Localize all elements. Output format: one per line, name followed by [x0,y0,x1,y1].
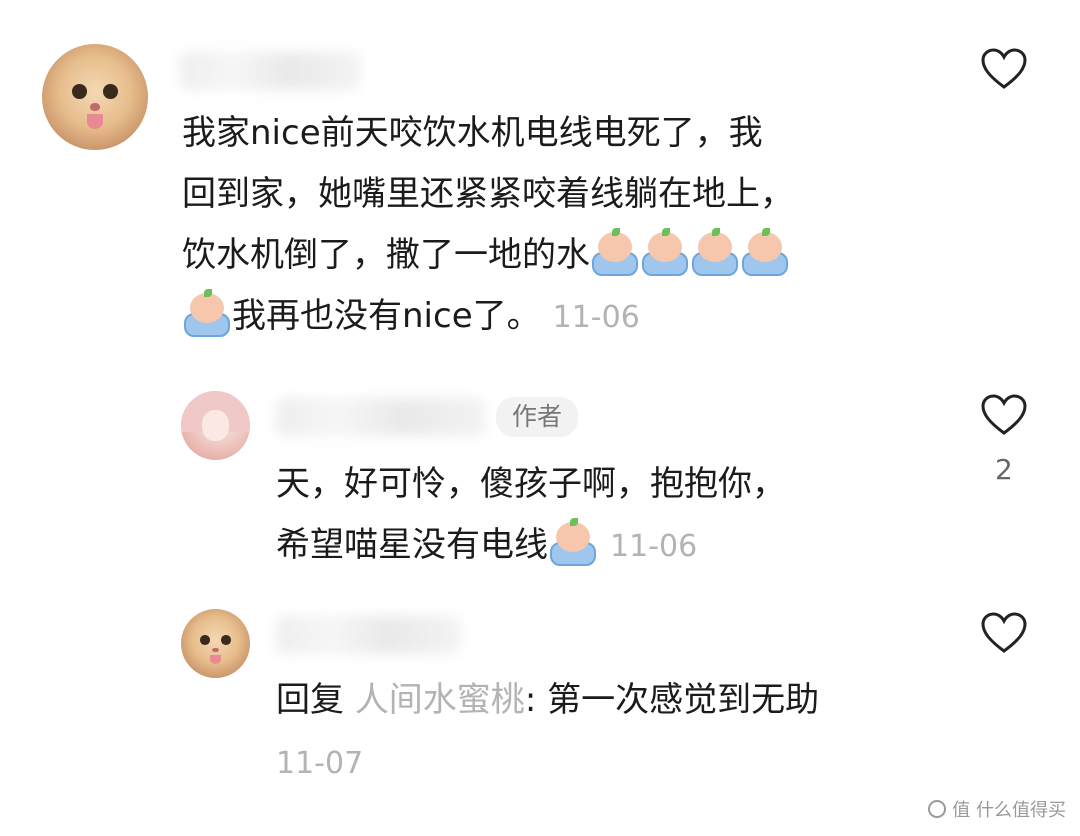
reply-timestamp: 11-06 [610,529,698,564]
comment-line-1: 我家nice前天咬饮水机电线电死了，我 [182,113,763,153]
reply2-content: 第一次感觉到无助 [547,680,820,720]
crying-emoji-icon [182,289,232,339]
comment-line-3: 饮水机倒了，撒了一地的水 [182,225,972,286]
comment-timestamp: 11-06 [552,300,640,335]
reply-prefix: 回复 [276,680,344,720]
reply-line-1: 天，好可怜，傻孩子啊，抱抱你， [276,464,786,504]
reply2-timestamp: 11-07 [276,746,364,781]
reply-colon: : [524,680,537,720]
comment-line-2: 回到家，她嘴里还紧紧咬着线躺在地上， [182,174,794,214]
reply2-text: 回复 人间水蜜桃: 第一次感觉到无助 [276,670,976,731]
comment-line-4: 我再也没有nice了。 11-06 [182,286,972,348]
crying-emoji-icon [690,228,740,278]
like-heart-icon[interactable] [981,612,1027,654]
crying-emoji-icon [740,228,790,278]
watermark-text: 值 什么值得买 [952,800,1066,821]
crying-emoji-icon [548,518,598,568]
replier-avatar[interactable] [181,609,250,678]
reply-line-2: 希望喵星没有电线 11-06 [276,515,966,577]
smzdm-logo-icon [928,800,947,818]
comment-text: 我家nice前天咬饮水机电线电死了，我 回到家，她嘴里还紧紧咬着线躺在地上， 饮… [182,103,972,348]
watermark: 值 什么值得买 [928,796,1066,822]
reply-text: 天，好可怜，傻孩子啊，抱抱你， 希望喵星没有电线 11-06 [276,454,966,577]
reply-to-name[interactable]: 人间水蜜桃 [355,680,525,720]
like-heart-icon[interactable] [981,48,1027,90]
commenter-avatar[interactable] [42,44,148,150]
like-count: 2 [995,453,1013,486]
author-badge: 作者 [496,397,579,437]
crying-emoji-icon [590,228,640,278]
crying-emoji-icon [640,228,690,278]
author-name-blurred[interactable] [276,398,486,436]
replier-name-blurred[interactable] [276,616,461,654]
author-avatar[interactable] [181,391,250,460]
commenter-name-blurred[interactable] [180,52,360,90]
like-heart-icon[interactable] [981,394,1027,436]
